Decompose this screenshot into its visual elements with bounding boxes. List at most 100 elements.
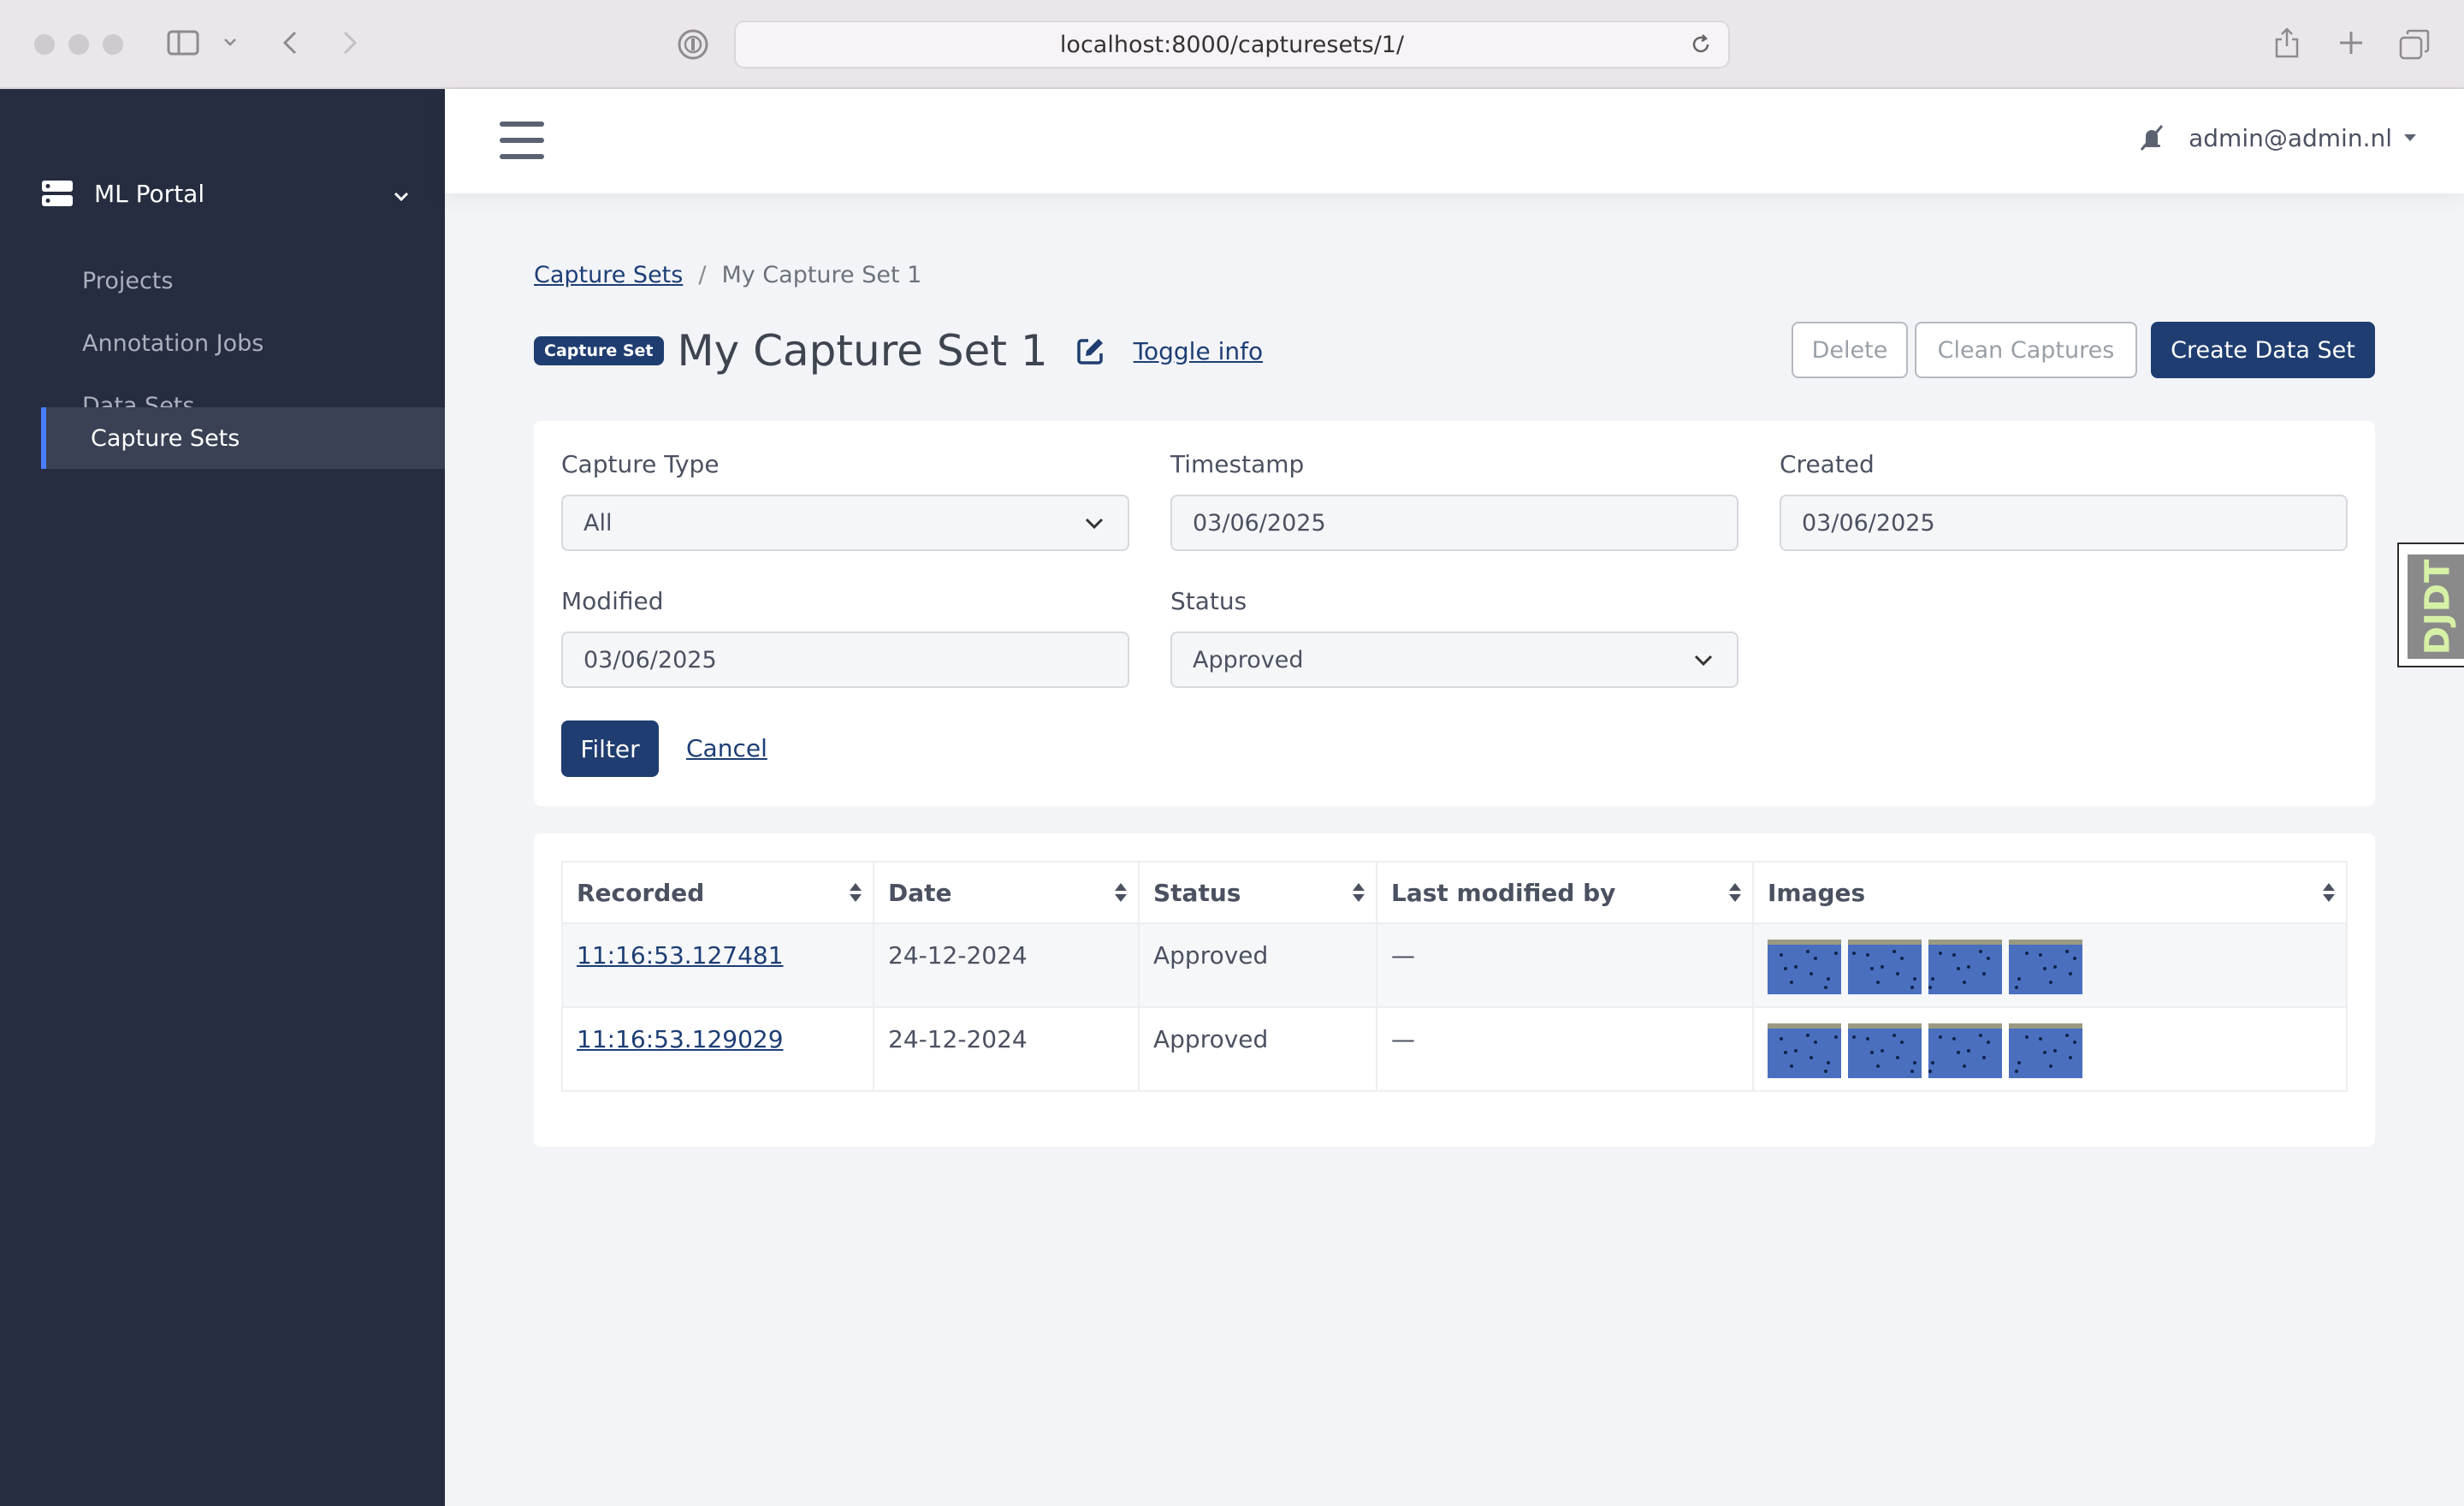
sidebar-brand[interactable]: ML Portal	[41, 169, 409, 217]
column-header-label: Images	[1768, 878, 1866, 907]
status-value: Approved	[1193, 646, 1304, 673]
date-cell: 24-12-2024	[873, 1006, 1140, 1092]
server-icon	[41, 180, 74, 207]
recorded-link[interactable]: 11:16:53.129029	[577, 1025, 784, 1053]
column-header-status[interactable]: Status	[1138, 861, 1377, 924]
status-cell: Approved	[1138, 922, 1377, 1008]
image-thumbnails	[1768, 940, 2346, 994]
modified-input[interactable]: 03/06/2025	[561, 631, 1129, 688]
sort-icon	[849, 881, 862, 910]
captures-table: Recorded Date Status Last modified by Im…	[561, 861, 2348, 1092]
sort-icon	[1114, 881, 1128, 910]
table-row: 11:16:53.129029 24-12-2024 Approved —	[561, 1006, 2348, 1092]
close-window-button[interactable]	[34, 34, 55, 55]
capture-type-value: All	[583, 509, 613, 537]
column-header-label: Recorded	[577, 878, 705, 907]
user-menu[interactable]: admin@admin.nl	[2137, 123, 2416, 152]
capture-type-label: Capture Type	[561, 450, 720, 478]
address-bar-url: localhost:8000/capturesets/1/	[1059, 31, 1405, 58]
filter-button[interactable]: Filter	[561, 720, 659, 777]
image-thumbnail[interactable]	[2009, 940, 2082, 994]
column-header-last-modified-by[interactable]: Last modified by	[1376, 861, 1754, 924]
caret-down-icon	[2404, 134, 2416, 141]
chevron-down-icon	[1083, 512, 1105, 540]
capture-set-badge: Capture Set	[534, 336, 664, 365]
address-bar[interactable]: localhost:8000/capturesets/1/	[734, 21, 1730, 68]
zoom-window-button[interactable]	[103, 34, 123, 55]
column-header-images[interactable]: Images	[1752, 861, 2348, 924]
reload-icon[interactable]	[1689, 33, 1713, 62]
user-email: admin@admin.nl	[2189, 123, 2392, 152]
cancel-link[interactable]: Cancel	[686, 734, 767, 762]
tab-overview-icon[interactable]	[2397, 27, 2431, 62]
status-select[interactable]: Approved	[1170, 631, 1738, 688]
created-input[interactable]: 03/06/2025	[1780, 495, 2348, 551]
page-header: Capture Set My Capture Set 1 Toggle info	[534, 323, 1263, 378]
edit-icon[interactable]	[1075, 335, 1106, 366]
chevron-down-icon	[1692, 649, 1715, 677]
images-cell	[1752, 1006, 2348, 1092]
image-thumbnail[interactable]	[1848, 940, 1922, 994]
recorded-link[interactable]: 11:16:53.127481	[577, 941, 784, 969]
djdt-label: DJDT	[2418, 558, 2458, 655]
breadcrumb: Capture Sets / My Capture Set 1	[534, 262, 921, 288]
hamburger-menu-icon[interactable]	[500, 122, 544, 159]
minimize-window-button[interactable]	[68, 34, 89, 55]
table-header-row: Recorded Date Status Last modified by Im…	[561, 861, 2348, 924]
chevron-down-icon	[394, 180, 409, 208]
images-cell	[1752, 922, 2348, 1008]
back-icon[interactable]	[275, 26, 305, 60]
password-manager-icon[interactable]	[676, 27, 710, 62]
status-cell: Approved	[1138, 1006, 1377, 1092]
sort-icon	[1352, 881, 1365, 910]
notifications-off-icon[interactable]	[2137, 123, 2166, 152]
sort-icon	[2322, 881, 2336, 910]
create-data-set-button[interactable]: Create Data Set	[2151, 322, 2375, 378]
page-title: My Capture Set 1	[677, 326, 1048, 376]
sidebar-toggle-icon[interactable]	[166, 27, 200, 58]
image-thumbnail[interactable]	[1928, 940, 2002, 994]
status-label: Status	[1170, 587, 1247, 615]
column-header-label: Last modified by	[1391, 878, 1616, 907]
toggle-info-link[interactable]: Toggle info	[1134, 337, 1263, 365]
image-thumbnail[interactable]	[1768, 940, 1841, 994]
created-value: 03/06/2025	[1802, 509, 1935, 537]
sidebar-item-label: Projects	[82, 267, 174, 294]
recorded-cell: 11:16:53.129029	[561, 1006, 874, 1092]
sidebar-item-annotation-jobs[interactable]: Annotation Jobs	[41, 312, 445, 374]
breadcrumb-separator: /	[698, 262, 707, 288]
delete-button[interactable]: Delete	[1792, 322, 1908, 378]
clean-captures-button[interactable]: Clean Captures	[1915, 322, 2137, 378]
share-icon[interactable]	[2271, 24, 2303, 62]
breadcrumb-link-capture-sets[interactable]: Capture Sets	[534, 262, 683, 288]
created-label: Created	[1780, 450, 1875, 478]
image-thumbnail[interactable]	[2009, 1023, 2082, 1078]
timestamp-label: Timestamp	[1170, 450, 1305, 478]
new-tab-icon[interactable]	[2336, 27, 2366, 58]
browser-toolbar: localhost:8000/capturesets/1/	[0, 0, 2464, 89]
image-thumbnail[interactable]	[1768, 1023, 1841, 1078]
modified-by-cell: —	[1376, 922, 1754, 1008]
column-header-recorded[interactable]: Recorded	[561, 861, 874, 924]
sidebar-item-label: Annotation Jobs	[82, 329, 264, 357]
capture-type-select[interactable]: All	[561, 495, 1129, 551]
sidebar-brand-label: ML Portal	[94, 179, 205, 208]
modified-value: 03/06/2025	[583, 646, 717, 673]
sidebar: ML Portal Projects Annotation Jobs Data …	[0, 89, 445, 1506]
breadcrumb-current: My Capture Set 1	[721, 262, 922, 288]
image-thumbnail[interactable]	[1928, 1023, 2002, 1078]
column-header-label: Status	[1153, 878, 1241, 907]
forward-icon[interactable]	[335, 26, 364, 60]
chevron-down-icon[interactable]	[221, 33, 240, 51]
date-cell: 24-12-2024	[873, 922, 1140, 1008]
modified-label: Modified	[561, 587, 664, 615]
sidebar-item-projects[interactable]: Projects	[41, 250, 445, 311]
sidebar-item-capture-sets[interactable]: Capture Sets	[41, 407, 445, 469]
modified-by-cell: —	[1376, 1006, 1754, 1092]
top-navbar: admin@admin.nl	[445, 89, 2464, 193]
timestamp-value: 03/06/2025	[1193, 509, 1326, 537]
django-debug-toolbar-handle[interactable]: DJDT	[2397, 543, 2464, 667]
image-thumbnail[interactable]	[1848, 1023, 1922, 1078]
timestamp-input[interactable]: 03/06/2025	[1170, 495, 1738, 551]
column-header-date[interactable]: Date	[873, 861, 1140, 924]
